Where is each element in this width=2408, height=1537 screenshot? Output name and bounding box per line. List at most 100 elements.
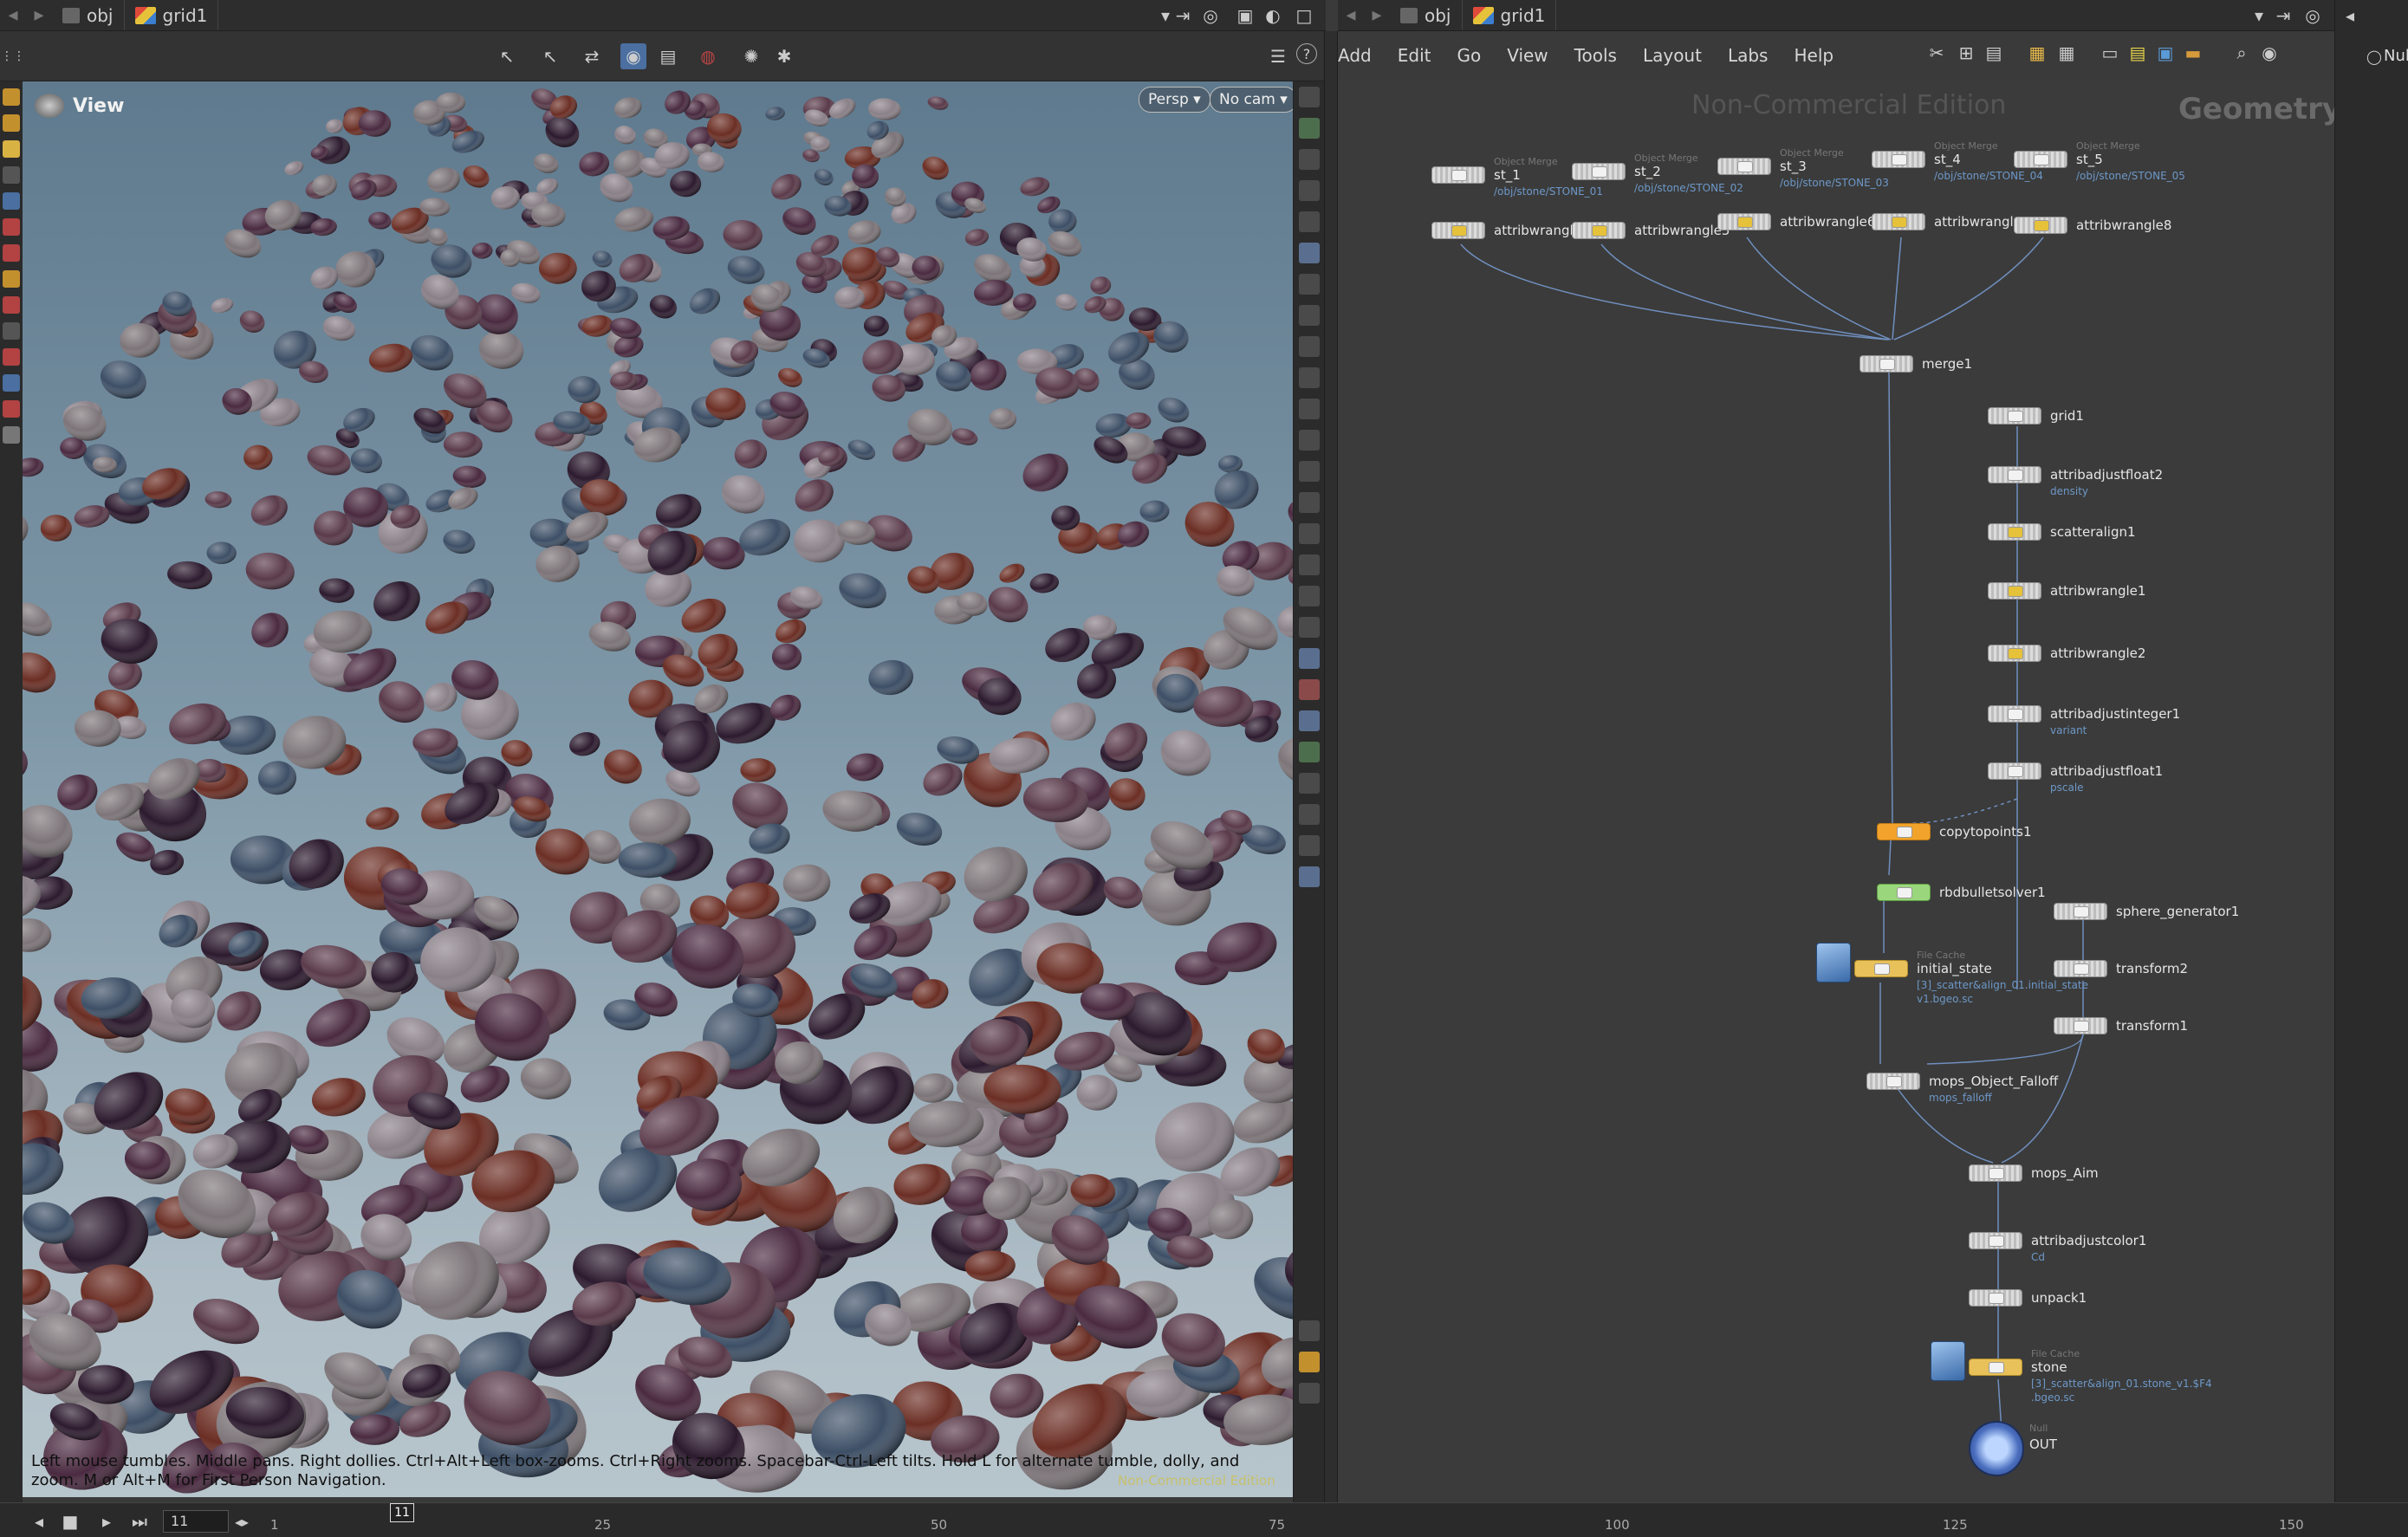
- node-aim[interactable]: [1969, 1164, 2022, 1182]
- display-check-icon[interactable]: [1299, 679, 1320, 700]
- display-shade-icon[interactable]: [1299, 399, 1320, 419]
- display-vis-icon[interactable]: [1299, 804, 1320, 825]
- camera-icon[interactable]: ◐: [1260, 3, 1286, 29]
- tool-render-icon[interactable]: [3, 400, 20, 418]
- timeline-track[interactable]: 1 25 50 75 100 125 150: [260, 1515, 2334, 1536]
- display-grid-icon[interactable]: [1299, 617, 1320, 638]
- path-segment-obj[interactable]: obj: [52, 0, 125, 30]
- net-forward-arrow-icon[interactable]: ▸: [1364, 4, 1390, 26]
- net-back-arrow-icon[interactable]: ◂: [1338, 4, 1364, 26]
- view-options-icon[interactable]: ☰: [1265, 43, 1291, 69]
- tool-paint-icon[interactable]: [3, 270, 20, 288]
- node-transform1[interactable]: [2054, 1017, 2107, 1034]
- link-icon[interactable]: ◎: [1198, 3, 1223, 29]
- node-copy[interactable]: [1877, 823, 1931, 840]
- select-components-icon[interactable]: ↖: [537, 43, 563, 69]
- persp-menu[interactable]: Persp ▾: [1139, 87, 1210, 113]
- node-st_4[interactable]: [1872, 151, 1925, 168]
- pin-icon[interactable]: ⇥: [1170, 3, 1196, 29]
- tool-select-icon[interactable]: [3, 88, 20, 106]
- node-aw1[interactable]: [1988, 582, 2041, 600]
- menu-edit[interactable]: Edit: [1398, 45, 1431, 66]
- node-aw2[interactable]: [1988, 645, 2041, 662]
- layout-icon[interactable]: ▭: [2097, 40, 2123, 66]
- net-path-segment-grid1[interactable]: grid1: [1463, 0, 1557, 30]
- node-aw6[interactable]: [1717, 213, 1771, 230]
- node-merge1[interactable]: [1860, 355, 1913, 373]
- play-icon[interactable]: ▸: [94, 1508, 120, 1534]
- node-aaf2[interactable]: [1988, 466, 2041, 483]
- tool-view-icon[interactable]: [3, 166, 20, 184]
- network-editor[interactable]: Non-Commercial Edition Geometry: [1338, 80, 2341, 1502]
- display-skull-icon[interactable]: [1299, 305, 1320, 326]
- menu-tools[interactable]: Tools: [1574, 45, 1617, 66]
- stop-icon[interactable]: ■: [57, 1508, 83, 1534]
- display-info-icon[interactable]: [1299, 1320, 1320, 1341]
- menu-layout[interactable]: Layout: [1643, 45, 1702, 66]
- display-bulb-icon[interactable]: [1299, 274, 1320, 295]
- display-tools-icon[interactable]: [1299, 773, 1320, 794]
- node-color[interactable]: [1969, 1232, 2022, 1249]
- display-image-icon[interactable]: [1299, 835, 1320, 856]
- folder-icon[interactable]: ▬: [2180, 40, 2206, 66]
- tool-magnet-icon[interactable]: [3, 218, 20, 236]
- end-icon[interactable]: ⏭: [127, 1508, 153, 1534]
- node-st_2[interactable]: [1572, 163, 1626, 180]
- net-link-icon[interactable]: ◎: [2300, 3, 2326, 29]
- tool-handle-icon[interactable]: [3, 192, 20, 210]
- tool-edit-icon[interactable]: [3, 114, 20, 132]
- menu-view[interactable]: View: [1507, 45, 1548, 66]
- menu-go[interactable]: Go: [1457, 45, 1481, 66]
- node-aw8[interactable]: [2014, 217, 2067, 234]
- image-icon[interactable]: ▣: [2152, 40, 2178, 66]
- display-pen-icon[interactable]: [1299, 492, 1320, 513]
- node-grid1[interactable]: [1988, 407, 2041, 425]
- node-aw5[interactable]: [1572, 222, 1626, 239]
- menu-help[interactable]: Help: [1794, 45, 1834, 66]
- camera-menu[interactable]: No cam ▾: [1210, 87, 1297, 113]
- settings-icon[interactable]: ✱: [771, 43, 797, 69]
- node-st_3[interactable]: [1717, 158, 1771, 175]
- display-camera-icon[interactable]: [1299, 336, 1320, 357]
- node-rbd[interactable]: [1877, 884, 1931, 901]
- display-layout-icon[interactable]: [1299, 1352, 1320, 1372]
- forward-arrow-icon[interactable]: ▸: [26, 4, 52, 26]
- display-sphere-icon[interactable]: [1299, 211, 1320, 232]
- menu-labs[interactable]: Labs: [1728, 45, 1769, 66]
- select-tool-icon[interactable]: ↖: [494, 43, 520, 69]
- display-point-icon[interactable]: [1299, 430, 1320, 451]
- node-scatter[interactable]: [1988, 523, 2041, 541]
- maximize-icon[interactable]: □: [1291, 3, 1317, 29]
- display-wire-icon[interactable]: [1299, 367, 1320, 388]
- grid-view-icon[interactable]: ▦: [2024, 40, 2050, 66]
- tool-sculpt-icon[interactable]: [3, 296, 20, 314]
- tool-snap-icon[interactable]: [3, 348, 20, 366]
- snap-icon[interactable]: ◉: [620, 43, 646, 69]
- display-light-icon[interactable]: [1299, 243, 1320, 263]
- display-no-icon[interactable]: [1299, 180, 1320, 201]
- record-icon[interactable]: ◍: [695, 43, 721, 69]
- grip-icon[interactable]: ⋮⋮: [0, 43, 26, 69]
- net-pin-icon[interactable]: ⇥: [2270, 3, 2296, 29]
- display-vector-icon[interactable]: [1299, 586, 1320, 606]
- tool-light-icon[interactable]: [3, 426, 20, 444]
- display-visibility-icon[interactable]: [1299, 1383, 1320, 1404]
- display-geometry-icon[interactable]: [1299, 118, 1320, 139]
- cube-icon[interactable]: ▣: [1232, 3, 1258, 29]
- search-icon[interactable]: ⌕: [2229, 40, 2255, 66]
- node-sphere[interactable]: [2054, 903, 2107, 920]
- menu-add[interactable]: Add: [1338, 45, 1372, 66]
- display-box-icon[interactable]: [1299, 710, 1320, 731]
- display-number-icon[interactable]: [1299, 523, 1320, 544]
- tool-measure-icon[interactable]: [3, 322, 20, 340]
- wrench-icon[interactable]: ✂: [1924, 40, 1950, 66]
- eye-icon[interactable]: ◉: [2256, 40, 2282, 66]
- node-unpack[interactable]: [1969, 1289, 2022, 1307]
- node-cache2[interactable]: [1969, 1359, 2022, 1376]
- sticky-note-icon[interactable]: ▤: [2125, 40, 2151, 66]
- tool-group-icon[interactable]: [3, 374, 20, 392]
- viewport-3d[interactable]: [23, 81, 1293, 1497]
- net-path-segment-obj[interactable]: obj: [1390, 0, 1463, 30]
- node-transform2[interactable]: [2054, 960, 2107, 977]
- tree-icon[interactable]: ⊞: [1953, 40, 1979, 66]
